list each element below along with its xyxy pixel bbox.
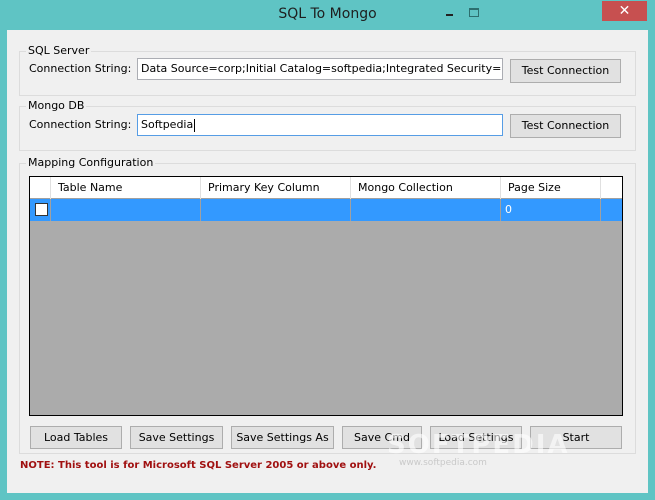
grid-header: Table Name Primary Key Column Mongo Coll… — [30, 177, 622, 199]
mongo-test-connection-button[interactable]: Test Connection — [510, 114, 621, 138]
sql-server-group-label: SQL Server — [26, 44, 92, 57]
load-settings-button[interactable]: Load Settings — [430, 426, 522, 449]
client-area: SQL Server Connection String: Data Sourc… — [7, 30, 648, 493]
cell-page-size[interactable]: 0 — [501, 199, 601, 221]
column-header-mongo-collection[interactable]: Mongo Collection — [351, 177, 501, 199]
mongo-connection-input[interactable]: Softpedia — [137, 114, 503, 136]
mongo-connection-value: Softpedia — [141, 118, 194, 131]
column-header-table-name[interactable]: Table Name — [51, 177, 201, 199]
sql-connection-input[interactable]: Data Source=corp;Initial Catalog=softped… — [137, 58, 503, 80]
watermark-url: www.softpedia.com — [399, 458, 487, 468]
maximize-button[interactable] — [464, 2, 490, 22]
save-settings-as-button[interactable]: Save Settings As — [231, 426, 334, 449]
table-row[interactable]: 0 — [30, 199, 622, 221]
mapping-group-label: Mapping Configuration — [26, 156, 156, 169]
row-checkbox[interactable] — [35, 203, 48, 216]
text-caret — [194, 118, 196, 132]
save-cmd-button[interactable]: Save Cmd — [342, 426, 422, 449]
sql-test-connection-button[interactable]: Test Connection — [510, 59, 621, 83]
close-button[interactable]: ✕ — [602, 1, 647, 21]
load-tables-button[interactable]: Load Tables — [30, 426, 122, 449]
row-header-corner — [30, 177, 51, 199]
window-title: SQL To Mongo — [278, 6, 377, 22]
sql-connection-label: Connection String: — [29, 62, 132, 75]
mapping-grid[interactable]: Table Name Primary Key Column Mongo Coll… — [29, 176, 623, 416]
mongo-connection-label: Connection String: — [29, 118, 132, 131]
compatibility-note: NOTE: This tool is for Microsoft SQL Ser… — [20, 460, 377, 471]
save-settings-button[interactable]: Save Settings — [130, 426, 223, 449]
start-button[interactable]: Start — [530, 426, 622, 449]
column-header-page-size[interactable]: Page Size — [501, 177, 601, 199]
column-header-primary-key[interactable]: Primary Key Column — [201, 177, 351, 199]
close-icon: ✕ — [618, 3, 631, 19]
title-bar[interactable]: SQL To Mongo ✕ — [0, 0, 655, 30]
cell-primary-key[interactable] — [201, 199, 351, 221]
cell-table-name[interactable] — [51, 199, 201, 221]
row-checkbox-cell[interactable] — [30, 199, 51, 221]
minimize-button[interactable] — [436, 2, 462, 22]
cell-mongo-collection[interactable] — [351, 199, 501, 221]
mongo-db-group-label: Mongo DB — [26, 99, 87, 112]
